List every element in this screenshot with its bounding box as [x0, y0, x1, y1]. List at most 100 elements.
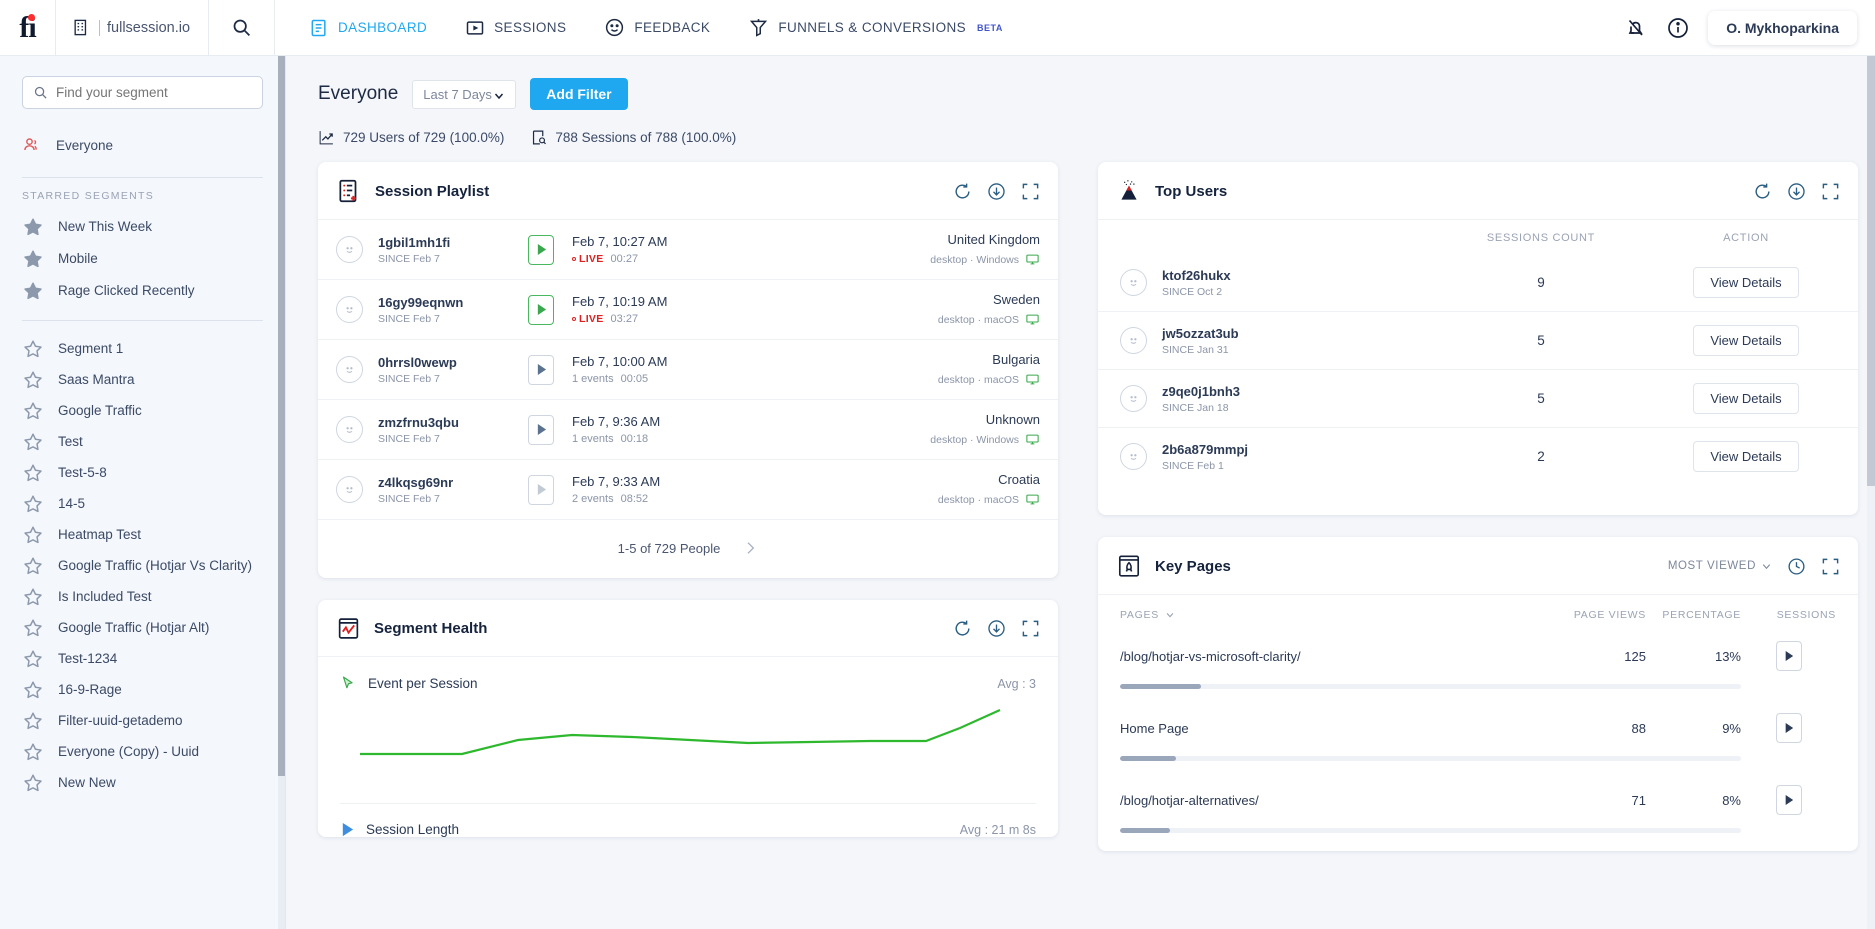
right-column: Top Users SESSIONS COUNT ACTION ktof26hu…: [1098, 162, 1858, 851]
event-per-session-chart: [318, 692, 1058, 789]
key-page-name: /blog/hotjar-alternatives/: [1120, 792, 1259, 808]
session-location: Sweden desktop · macOS: [938, 292, 1040, 327]
main-scrollbar-thumb[interactable]: [1867, 56, 1875, 486]
play-page-session-button[interactable]: [1775, 713, 1802, 743]
sidebar-item-segment[interactable]: 14-5: [0, 488, 285, 519]
nav-right-actions: O. Mykhoparkina: [1624, 10, 1875, 45]
star-outline-icon: [22, 400, 44, 422]
session-row[interactable]: z4lkqsg69nr SINCE Feb 7 Feb 7, 9:33 AM 2…: [318, 460, 1058, 520]
session-user-id: 0hrrsl0wewp: [378, 354, 457, 370]
nav-tab-funnels[interactable]: FUNNELS & CONVERSIONS BETA: [732, 0, 1019, 56]
volcano-icon: [1116, 178, 1142, 204]
starred-segments-header: STARRED SEGMENTS: [22, 190, 155, 202]
sidebar-item-segment[interactable]: Saas Mantra: [0, 364, 285, 395]
avatar: [1120, 327, 1147, 354]
sidebar-item-starred[interactable]: Rage Clicked Recently: [0, 275, 285, 306]
sidebar-item-label: New This Week: [58, 219, 153, 234]
nav-tab-sessions[interactable]: SESSIONS: [449, 0, 582, 56]
avatar: [1120, 269, 1147, 296]
download-icon[interactable]: [1787, 182, 1806, 201]
chevron-down-icon: [1165, 610, 1175, 620]
sidebar-item-segment[interactable]: Google Traffic (Hotjar Vs Clarity): [0, 550, 285, 581]
refresh-icon[interactable]: [1753, 182, 1772, 201]
session-device: desktop · Windows: [930, 253, 1019, 266]
session-device: desktop · Windows: [930, 433, 1019, 446]
avatar: [336, 476, 363, 503]
play-session-button[interactable]: [528, 294, 554, 325]
clock-icon[interactable]: [1787, 557, 1806, 576]
play-session-button[interactable]: [528, 474, 554, 505]
pager-next-icon[interactable]: [742, 540, 758, 556]
summary-stats: 729 Users of 729 (100.0%) 788 Sessions o…: [318, 129, 1849, 146]
session-country: Croatia: [998, 472, 1040, 487]
user-menu-button[interactable]: O. Mykhoparkina: [1708, 10, 1857, 45]
sidebar-item-label: 14-5: [58, 496, 86, 511]
play-session-button[interactable]: [528, 414, 554, 445]
refresh-icon[interactable]: [953, 182, 972, 201]
sidebar-scrollbar-thumb[interactable]: [278, 56, 285, 776]
nav-tab-dashboard[interactable]: DASHBOARD: [293, 0, 443, 56]
download-icon[interactable]: [987, 619, 1006, 638]
play-session-button[interactable]: [528, 354, 554, 385]
segment-search[interactable]: [22, 76, 263, 109]
sidebar-item-everyone[interactable]: Everyone: [0, 127, 285, 163]
search-icon: [231, 17, 252, 38]
site-selector[interactable]: fullsession.io: [56, 0, 210, 56]
play-session-button[interactable]: [528, 234, 554, 265]
view-details-button[interactable]: View Details: [1693, 383, 1799, 414]
view-details-button[interactable]: View Details: [1693, 325, 1799, 356]
top-users-table-header: SESSIONS COUNT ACTION: [1098, 220, 1858, 254]
sidebar-item-segment[interactable]: New New: [0, 767, 285, 798]
session-user-id: z4lkqsg69nr: [378, 474, 454, 490]
expand-icon[interactable]: [1021, 619, 1040, 638]
sidebar-item-segment[interactable]: Heatmap Test: [0, 519, 285, 550]
session-row[interactable]: 16gy99eqnwn SINCE Feb 7 Feb 7, 10:19 AM …: [318, 280, 1058, 340]
metric-name: Event per Session: [368, 676, 478, 691]
most-viewed-sort[interactable]: MOST VIEWED: [1668, 560, 1772, 572]
cursor-icon: [340, 675, 357, 692]
notifications-bell-off-icon[interactable]: [1624, 16, 1648, 40]
app-logo[interactable]: fi: [0, 0, 56, 56]
sidebar-scrollbar-track[interactable]: [278, 56, 285, 929]
session-row[interactable]: zmzfrnu3qbu SINCE Feb 7 Feb 7, 9:36 AM 1…: [318, 400, 1058, 460]
main-scrollbar-track[interactable]: [1867, 56, 1875, 929]
sidebar-item-segment[interactable]: Test-5-8: [0, 457, 285, 488]
global-search-button[interactable]: [209, 0, 276, 56]
expand-icon[interactable]: [1821, 182, 1840, 201]
sidebar-item-segment[interactable]: 16-9-Rage: [0, 674, 285, 705]
sidebar-item-starred[interactable]: Mobile: [0, 243, 285, 274]
desktop-icon: [1025, 312, 1040, 327]
star-outline-icon: [22, 431, 44, 453]
expand-icon[interactable]: [1021, 182, 1040, 201]
nav-tab-feedback[interactable]: FEEDBACK: [588, 0, 726, 56]
info-icon[interactable]: [1666, 16, 1690, 40]
sidebar-item-segment[interactable]: Filter-uuid-getademo: [0, 705, 285, 736]
refresh-icon[interactable]: [953, 619, 972, 638]
table-row: ktof26hukx SINCE Oct 2 9 View Details: [1098, 254, 1858, 312]
nav-tab-feedback-label: FEEDBACK: [634, 20, 711, 35]
view-details-button[interactable]: View Details: [1693, 441, 1799, 472]
sidebar-item-segment[interactable]: Everyone (Copy) - Uuid: [0, 736, 285, 767]
sidebar-item-segment[interactable]: Google Traffic (Hotjar Alt): [0, 612, 285, 643]
top-user-session-count: 5: [1537, 333, 1545, 348]
sidebar-item-segment[interactable]: Google Traffic: [0, 395, 285, 426]
session-row[interactable]: 0hrrsl0wewp SINCE Feb 7 Feb 7, 10:00 AM …: [318, 340, 1058, 400]
session-meta: Feb 7, 9:36 AM 1 events 00:18: [572, 414, 930, 445]
expand-icon[interactable]: [1821, 557, 1840, 576]
sidebar-item-segment[interactable]: Is Included Test: [0, 581, 285, 612]
play-page-session-button[interactable]: [1775, 785, 1802, 815]
date-range-select[interactable]: Last 7 Days: [412, 79, 517, 109]
download-icon[interactable]: [987, 182, 1006, 201]
sidebar-item-segment[interactable]: Test: [0, 426, 285, 457]
sidebar-item-segment[interactable]: Test-1234: [0, 643, 285, 674]
play-page-session-button[interactable]: [1775, 641, 1802, 671]
search-input[interactable]: [56, 85, 252, 100]
view-details-button[interactable]: View Details: [1693, 267, 1799, 298]
add-filter-button[interactable]: Add Filter: [530, 78, 628, 110]
sidebar-item-segment[interactable]: Segment 1: [0, 333, 285, 364]
trend-up-icon: [318, 129, 335, 146]
session-row[interactable]: 1gbil1mh1fi SINCE Feb 7 Feb 7, 10:27 AM …: [318, 220, 1058, 280]
col-pages-sort[interactable]: PAGES: [1120, 609, 1541, 621]
sidebar-item-label: Google Traffic (Hotjar Alt): [58, 620, 210, 635]
sidebar-item-starred[interactable]: New This Week: [0, 211, 285, 242]
